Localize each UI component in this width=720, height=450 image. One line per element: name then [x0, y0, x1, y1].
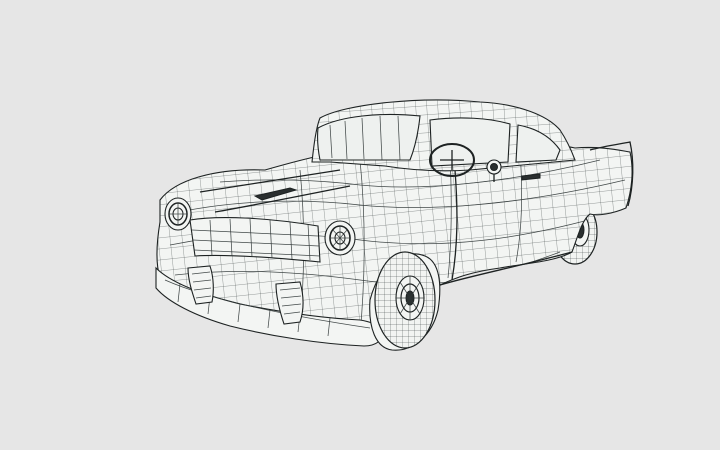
windshield	[317, 113, 421, 161]
front-side-window	[429, 117, 511, 167]
car-wireframe-model	[155, 99, 634, 351]
right-headlight	[324, 220, 356, 256]
left-headlight	[164, 197, 192, 231]
grille	[189, 217, 321, 263]
3d-viewport[interactable]	[0, 0, 720, 450]
